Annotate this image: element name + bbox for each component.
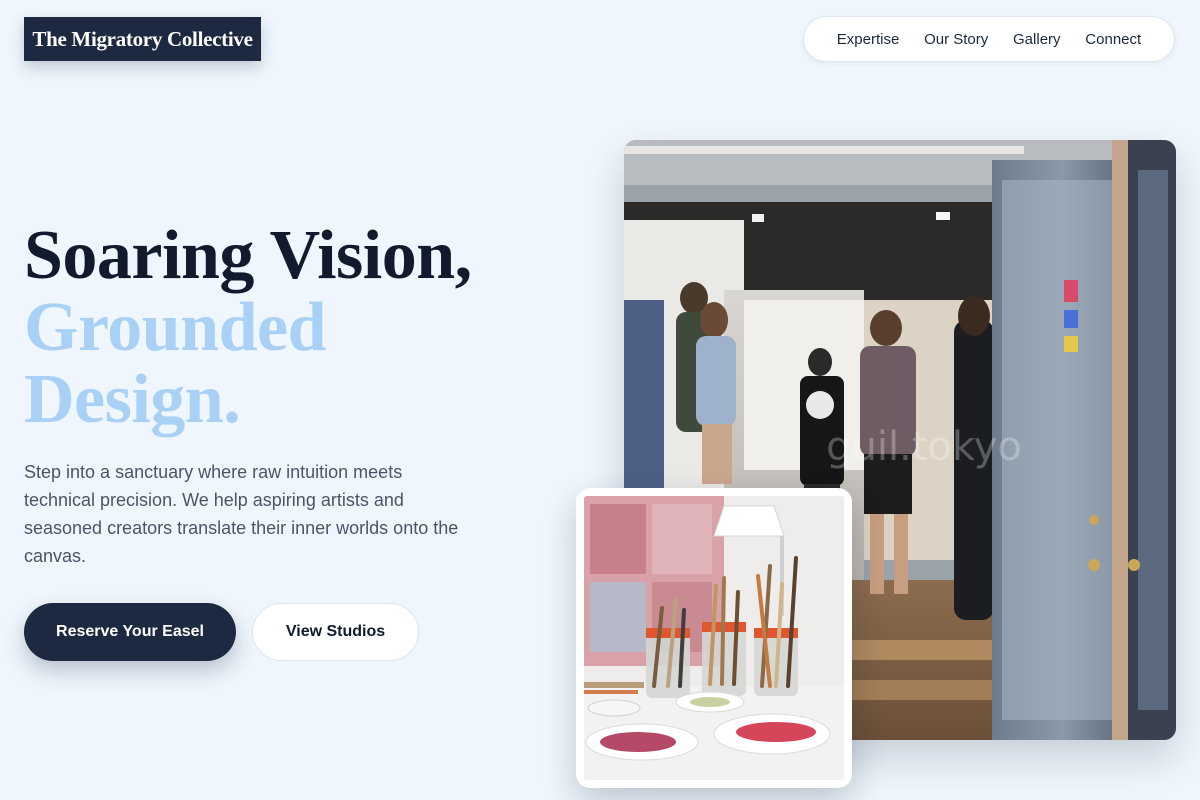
hero-headline: Soaring Vision, Grounded Design.: [24, 220, 584, 436]
nav-link-connect[interactable]: Connect: [1085, 31, 1141, 48]
headline-line-2: Grounded: [24, 289, 327, 366]
reserve-easel-button[interactable]: Reserve Your Easel: [24, 603, 236, 661]
paintbrushes-photo-card: [576, 488, 852, 788]
headline-line-1: Soaring Vision,: [24, 217, 472, 294]
main-nav: Expertise Our Story Gallery Connect: [803, 16, 1175, 62]
paintbrushes-photo: [584, 496, 844, 780]
nav-link-expertise[interactable]: Expertise: [837, 31, 900, 48]
view-studios-button[interactable]: View Studios: [252, 603, 419, 661]
headline-line-3: Design.: [24, 361, 241, 438]
brand-logo[interactable]: The Migratory Collective: [24, 17, 261, 61]
nav-link-our-story[interactable]: Our Story: [924, 31, 988, 48]
nav-link-gallery[interactable]: Gallery: [1013, 31, 1061, 48]
photo-watermark: guil.tokyo: [826, 424, 1022, 470]
hero-description: Step into a sanctuary where raw intuitio…: [24, 462, 459, 566]
